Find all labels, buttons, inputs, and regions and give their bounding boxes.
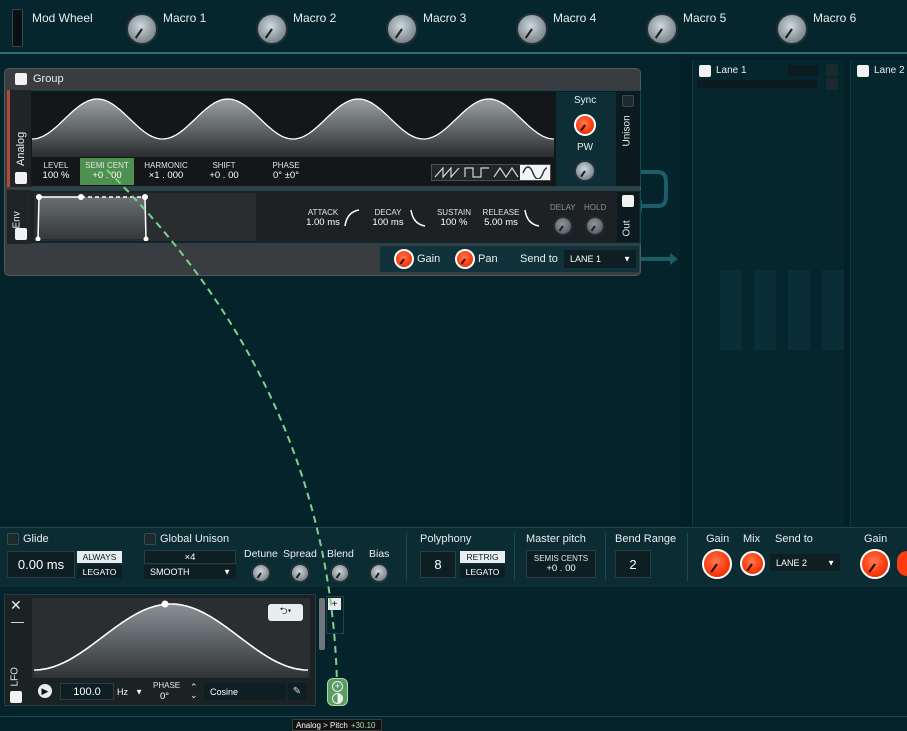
modulation-connection — [106, 169, 338, 685]
bottom-status-strip — [0, 716, 907, 731]
add-modulation-icon: + — [332, 681, 343, 692]
tooltip-text: Analog > Pitch — [296, 720, 348, 730]
tooltip-value: +30.10 — [350, 720, 376, 730]
modulation-mode-icon — [332, 693, 343, 704]
modulation-tooltip: Analog > Pitch +30.10 — [292, 719, 382, 731]
